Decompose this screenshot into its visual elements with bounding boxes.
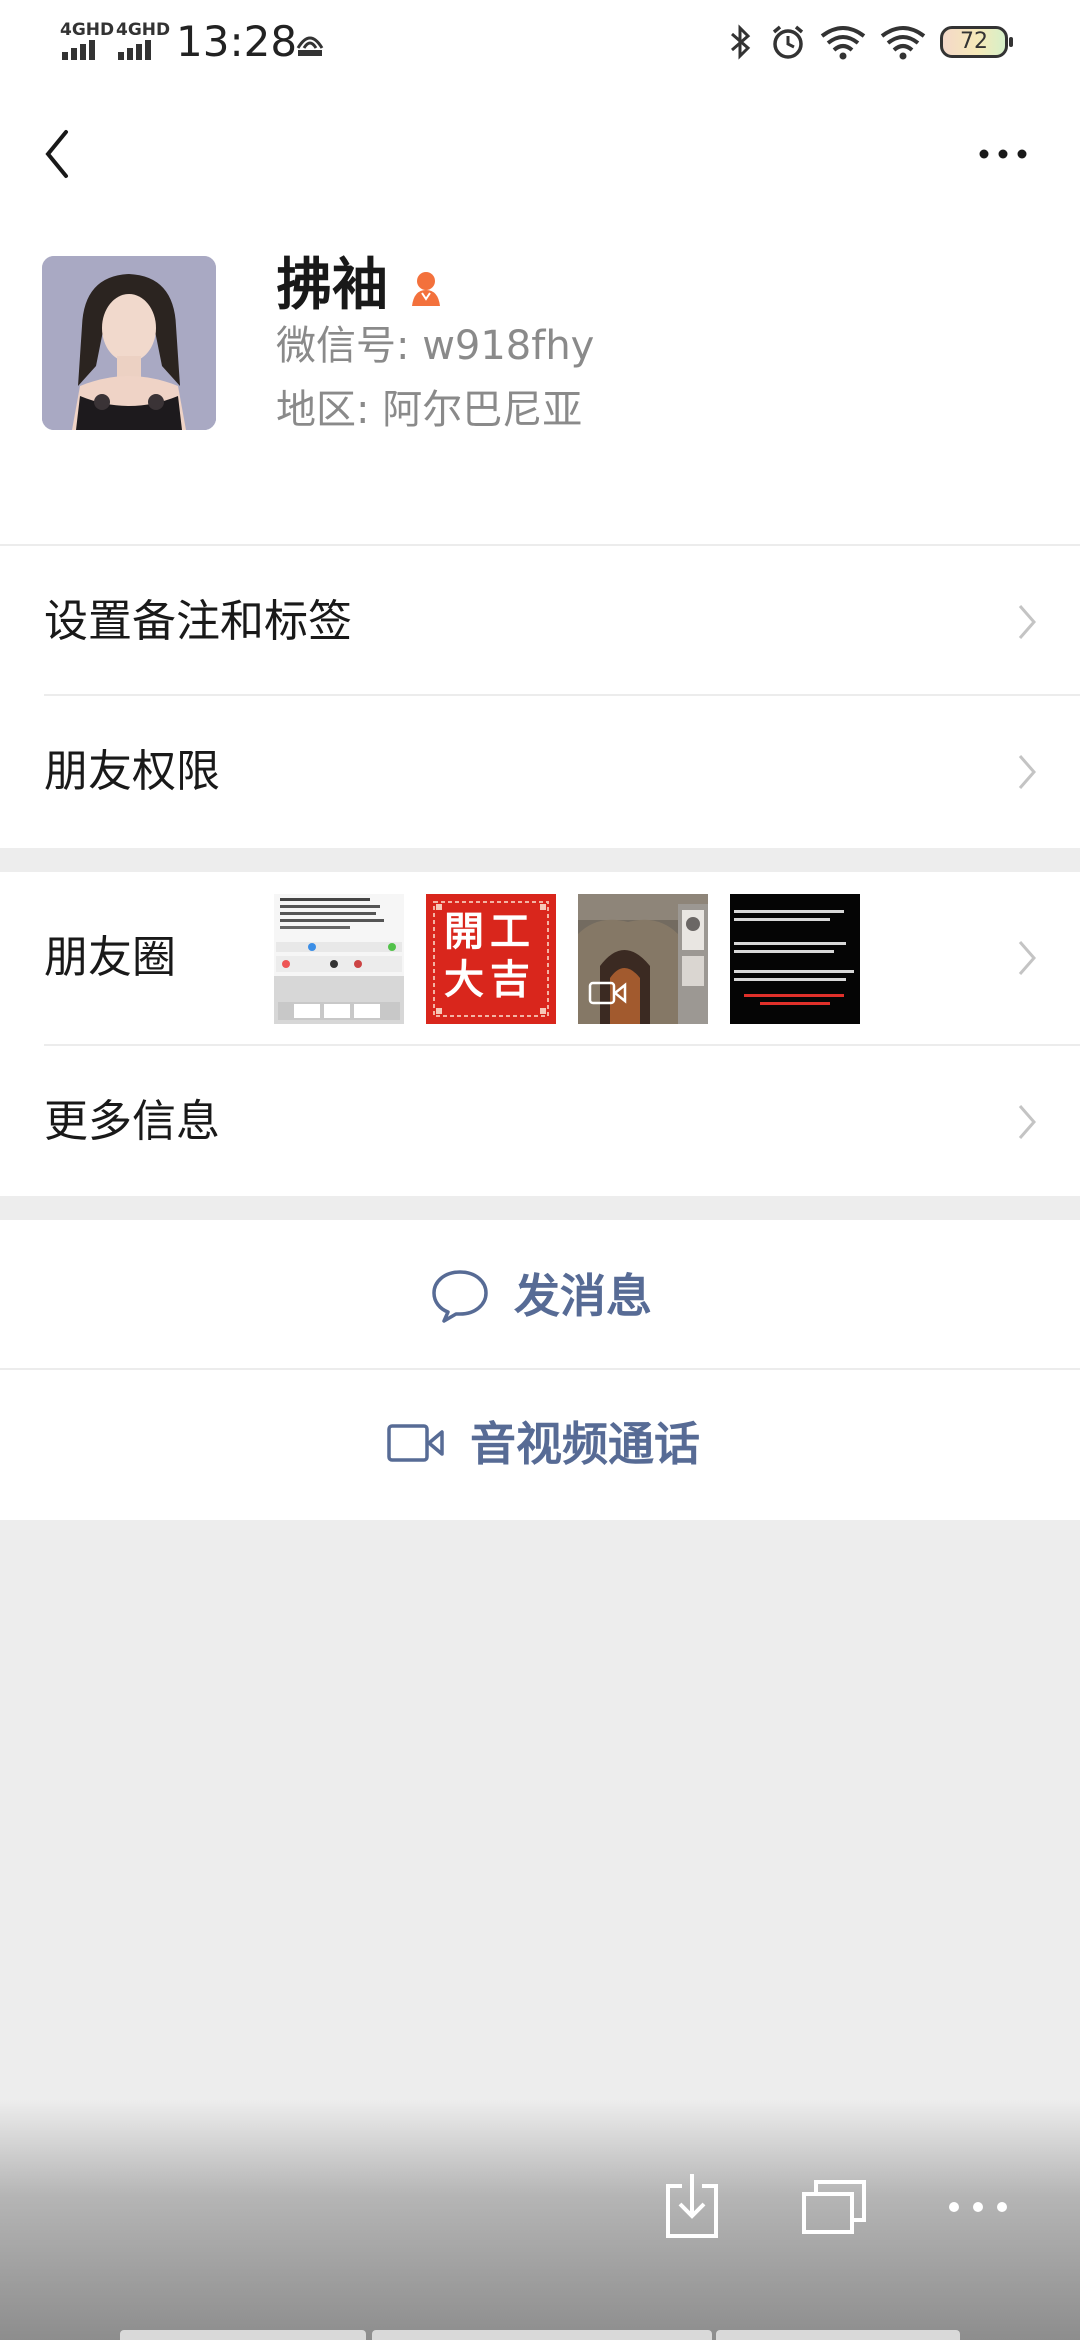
chevron-right-icon xyxy=(1018,605,1036,639)
profile-header: 拂袖 微信号: w918fhy 地区: 阿尔巴尼亚 xyxy=(0,84,1080,544)
video-camera-icon xyxy=(588,981,627,1005)
multi-window-icon[interactable] xyxy=(800,2172,870,2242)
hotspot-icon xyxy=(296,36,324,56)
bottom-toolbar xyxy=(0,2100,1080,2340)
send-message-label: 发消息 xyxy=(514,1269,652,1323)
video-call-label: 音视频通话 xyxy=(470,1417,700,1471)
bluetooth-icon xyxy=(731,24,751,60)
bottom-tab-2 xyxy=(372,2330,712,2340)
battery-indicator: 72 xyxy=(940,26,1013,58)
avatar[interactable] xyxy=(42,256,216,430)
bottom-tab-1 xyxy=(120,2330,366,2340)
friend-permissions-label: 朋友权限 xyxy=(44,746,220,797)
text-poster-thumb-image xyxy=(730,894,860,1024)
signal-bars-2-icon xyxy=(118,40,151,60)
moments-thumb-text-poster[interactable] xyxy=(730,894,860,1024)
screenshot-thumb-image xyxy=(274,894,404,1024)
more-info-label: 更多信息 xyxy=(44,1096,220,1147)
profile-name: 拂袖 xyxy=(276,253,388,318)
avatar-portrait xyxy=(42,256,216,430)
moments-thumb-video[interactable] xyxy=(578,894,708,1024)
wechat-id: 微信号: w918fhy xyxy=(276,323,595,369)
red-banner-text: 開工大吉 xyxy=(444,908,536,1003)
remarks-and-tags-row[interactable]: 设置备注和标签 xyxy=(0,546,1080,696)
remarks-and-tags-label: 设置备注和标签 xyxy=(44,596,352,647)
more-options-icon[interactable] xyxy=(978,144,1028,164)
more-info-row[interactable]: 更多信息 xyxy=(0,1046,1080,1196)
status-bar: 4GHD 4GHD 13:28 72 xyxy=(0,0,1080,84)
network-indicator-2: 4GHD xyxy=(116,20,171,40)
moments-thumbnails: 開工大吉 xyxy=(274,894,874,1024)
status-time: 13:28 xyxy=(176,17,298,66)
region: 地区: 阿尔巴尼亚 xyxy=(276,387,583,433)
wifi-1-icon xyxy=(820,26,866,60)
moments-thumb-screenshot[interactable] xyxy=(274,894,404,1024)
video-call-icon xyxy=(387,1424,444,1462)
chevron-right-icon xyxy=(1018,755,1036,789)
female-gender-icon xyxy=(412,272,440,306)
send-message-button[interactable]: 发消息 xyxy=(0,1220,1080,1370)
alarm-icon xyxy=(772,25,804,59)
chevron-right-icon xyxy=(1018,1105,1036,1139)
moments-label: 朋友圈 xyxy=(44,932,176,983)
chevron-right-icon xyxy=(1018,941,1036,975)
more-menu-icon[interactable] xyxy=(946,2172,1010,2242)
video-call-button[interactable]: 音视频通话 xyxy=(0,1370,1080,1520)
friend-permissions-row[interactable]: 朋友权限 xyxy=(0,696,1080,848)
download-icon[interactable] xyxy=(662,2172,722,2242)
back-arrow-icon[interactable] xyxy=(40,124,80,184)
bottom-tab-3 xyxy=(716,2330,960,2340)
chat-bubble-icon xyxy=(432,1270,488,1323)
wifi-2-icon xyxy=(880,26,926,60)
moments-row[interactable]: 朋友圈 開工大吉 xyxy=(0,872,1080,1046)
network-indicator-1: 4GHD xyxy=(60,20,115,40)
moments-thumb-red-banner[interactable]: 開工大吉 xyxy=(426,894,556,1024)
signal-bars-1-icon xyxy=(62,40,95,60)
